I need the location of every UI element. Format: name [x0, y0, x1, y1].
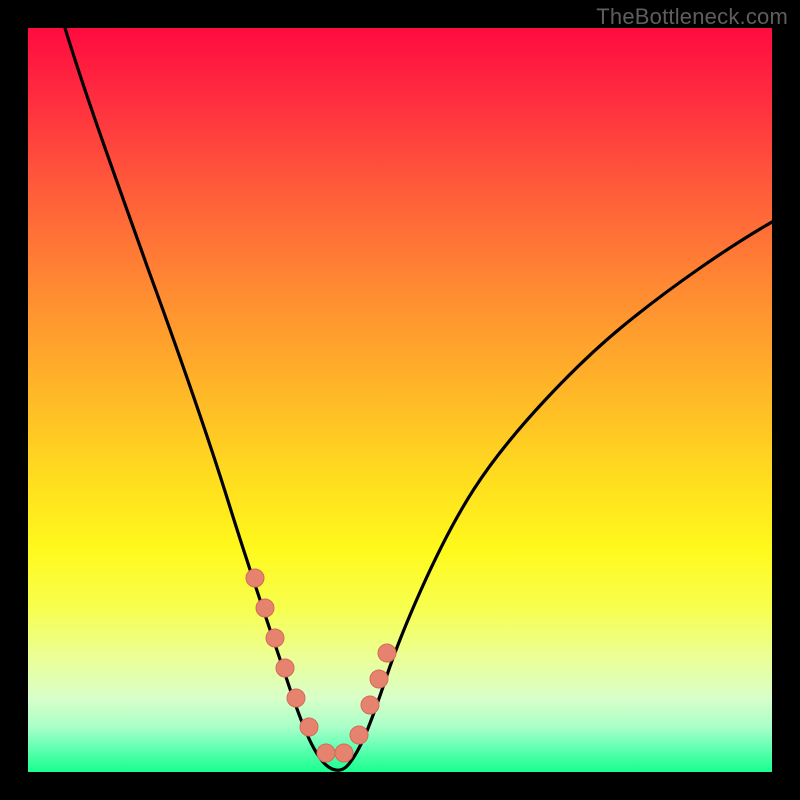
marker-dot: [287, 689, 305, 707]
marker-dot: [378, 644, 396, 662]
marker-dot: [370, 670, 388, 688]
marker-dot: [350, 726, 368, 744]
plot-area: [28, 28, 772, 772]
marker-dot: [276, 659, 294, 677]
marker-group: [246, 569, 396, 762]
marker-dot: [246, 569, 264, 587]
bottleneck-curve: [65, 28, 772, 770]
marker-dot: [266, 629, 284, 647]
marker-dot: [317, 744, 335, 762]
curve-layer: [28, 28, 772, 772]
marker-dot: [256, 599, 274, 617]
watermark-text: TheBottleneck.com: [596, 4, 788, 30]
chart-frame: TheBottleneck.com: [0, 0, 800, 800]
marker-dot: [300, 718, 318, 736]
marker-dot: [361, 696, 379, 714]
marker-dot: [335, 744, 353, 762]
